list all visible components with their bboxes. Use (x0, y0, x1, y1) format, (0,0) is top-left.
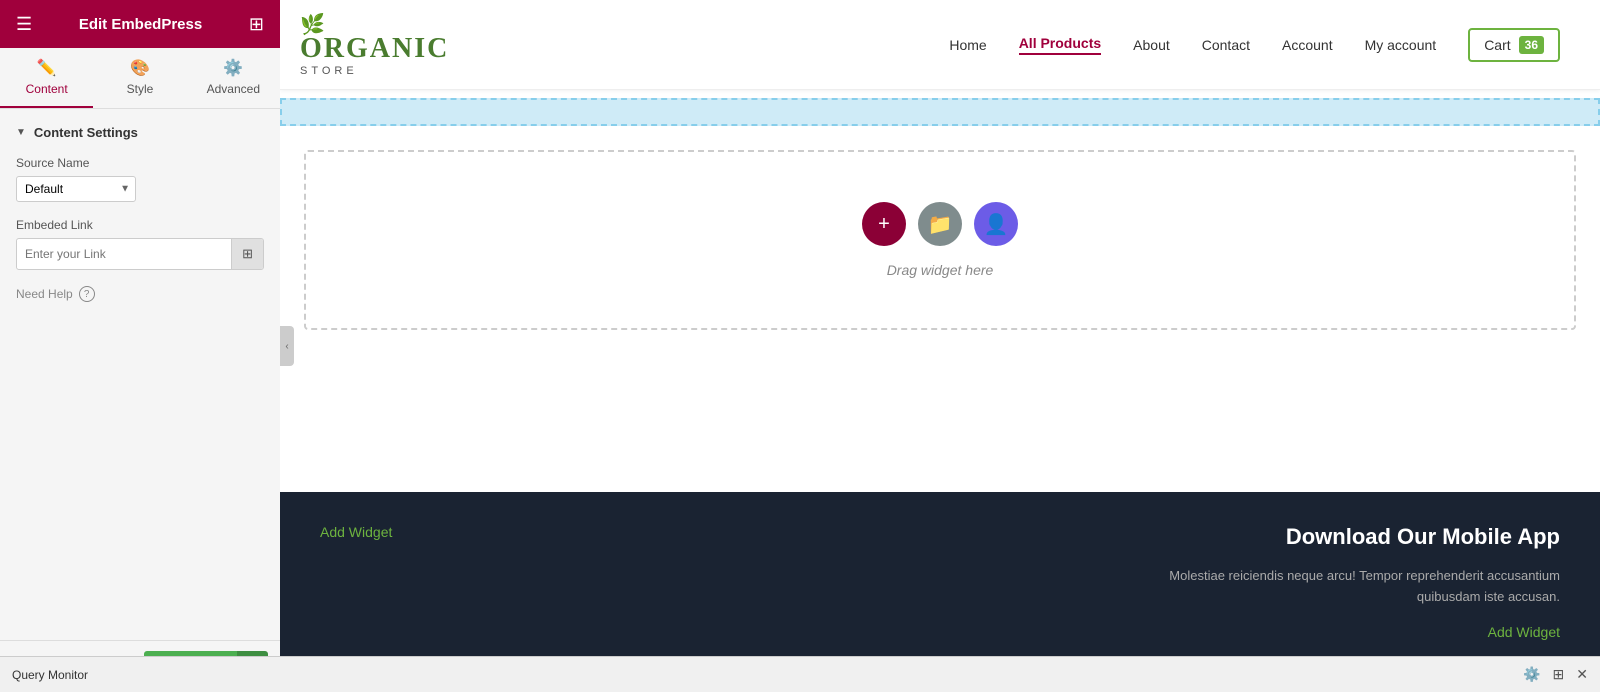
nav-my-account[interactable]: My account (1365, 37, 1437, 53)
bottom-close-icon[interactable]: ✕ (1576, 666, 1588, 683)
need-help-text: Need Help (16, 287, 73, 301)
bottom-settings-icon[interactable]: ⚙️ (1523, 666, 1540, 683)
advanced-tab-icon: ⚙️ (223, 58, 243, 78)
navbar: 🌿 ORGANIC STORE Home All Products About … (280, 0, 1600, 90)
embed-link-group: Embeded Link ⊞ (16, 218, 264, 270)
add-widget-right-btn[interactable]: Add Widget (1488, 624, 1560, 640)
footer-app-title: Download Our Mobile App (1160, 524, 1560, 550)
source-name-label: Source Name (16, 156, 264, 170)
panel-header: ☰ Edit EmbedPress ⊞ (0, 0, 280, 48)
style-tab-label: Style (127, 82, 154, 96)
drag-widget-text: Drag widget here (887, 262, 994, 278)
content-settings-header[interactable]: ▼ Content Settings (16, 125, 264, 140)
add-widget-left-btn[interactable]: Add Widget (320, 524, 392, 540)
cart-button[interactable]: Cart 36 (1468, 28, 1560, 62)
source-name-select-wrapper: Default ▼ (16, 176, 136, 202)
folder-widget-button[interactable]: 📁 (918, 202, 962, 246)
embed-link-input[interactable] (17, 240, 231, 268)
tab-advanced[interactable]: ⚙️ Advanced (187, 48, 280, 108)
embed-link-label: Embeded Link (16, 218, 264, 232)
widget-actions: + 📁 👤 (862, 202, 1018, 246)
section-arrow-icon: ▼ (16, 127, 26, 138)
panel-content: ▼ Content Settings Source Name Default ▼… (0, 109, 280, 640)
logo-area: 🌿 ORGANIC STORE (300, 12, 460, 77)
main-area: 🌿 ORGANIC STORE Home All Products About … (280, 0, 1600, 692)
panel-title: Edit EmbedPress (79, 16, 202, 33)
menu-icon[interactable]: ☰ (16, 14, 32, 35)
query-monitor-label[interactable]: Query Monitor (12, 668, 88, 682)
tab-content[interactable]: ✏️ Content (0, 48, 93, 108)
embed-link-btn[interactable]: ⊞ (231, 239, 263, 269)
footer-left: Add Widget (320, 524, 392, 540)
nav-home[interactable]: Home (949, 37, 986, 53)
content-tab-icon: ✏️ (37, 58, 57, 78)
panel-tabs: ✏️ Content 🎨 Style ⚙️ Advanced (0, 48, 280, 109)
need-help-link[interactable]: Need Help ? (16, 286, 264, 302)
bottom-bar: Query Monitor ⚙️ ⊞ ✕ (0, 656, 1600, 692)
widget-area: + 📁 👤 Drag widget here (280, 134, 1600, 492)
content-tab-label: Content (26, 82, 68, 96)
add-widget-button[interactable]: + (862, 202, 906, 246)
cart-label: Cart (1484, 37, 1510, 53)
footer-right: Download Our Mobile App Molestiae reicie… (1160, 524, 1560, 642)
widget-drop-zone: + 📁 👤 Drag widget here (304, 150, 1576, 330)
source-name-group: Source Name Default ▼ (16, 156, 264, 202)
logo-sub-text: STORE (300, 65, 358, 77)
cart-badge: 36 (1519, 36, 1544, 54)
bottom-expand-icon[interactable]: ⊞ (1553, 666, 1565, 683)
logo-main-text: ORGANIC (300, 33, 449, 65)
advanced-tab-label: Advanced (207, 82, 260, 96)
tab-style[interactable]: 🎨 Style (93, 48, 186, 108)
bottom-bar-icons: ⚙️ ⊞ ✕ (1523, 666, 1588, 683)
style-tab-icon: 🎨 (130, 58, 150, 78)
collapse-panel-handle[interactable]: ‹ (280, 326, 294, 366)
left-panel: ☰ Edit EmbedPress ⊞ ✏️ Content 🎨 Style ⚙… (0, 0, 280, 692)
grid-icon[interactable]: ⊞ (249, 14, 264, 35)
nav-all-products[interactable]: All Products (1019, 35, 1101, 55)
selection-bar (280, 98, 1600, 126)
source-name-select[interactable]: Default (16, 176, 136, 202)
content-settings-title: Content Settings (34, 125, 138, 140)
nav-account[interactable]: Account (1282, 37, 1333, 53)
nav-contact[interactable]: Contact (1202, 37, 1250, 53)
embed-input-wrapper: ⊞ (16, 238, 264, 270)
embed-widget-button[interactable]: 👤 (974, 202, 1018, 246)
help-circle-icon: ? (79, 286, 95, 302)
logo-organic: ORGANIC (300, 33, 449, 64)
footer-app-desc: Molestiae reiciendis neque arcu! Tempor … (1160, 566, 1560, 608)
nav-about[interactable]: About (1133, 37, 1170, 53)
nav-links: Home All Products About Contact Account … (949, 28, 1560, 62)
